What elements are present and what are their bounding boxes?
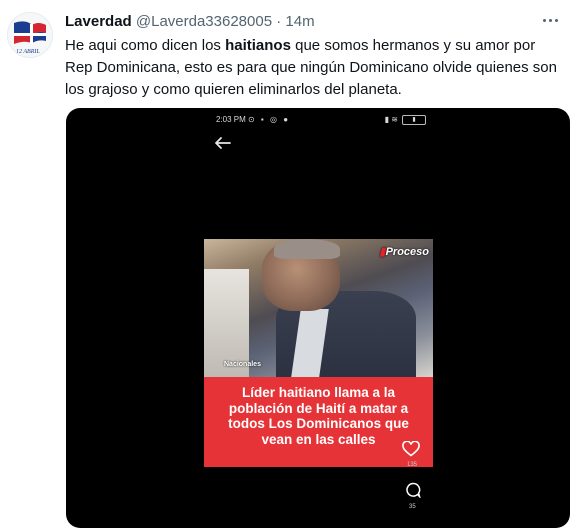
status-icons: ⊙ ▪ ◎ ● (248, 115, 291, 124)
likes-count: 135 (407, 462, 418, 468)
section-tag: Nacionales (224, 361, 261, 368)
comment-icon[interactable] (405, 482, 421, 498)
tweet-header: Laverdad @Laverda33628005 · 14m (65, 12, 315, 32)
battery-icon: ▮ (402, 115, 426, 125)
separator-dot: · (276, 13, 282, 30)
video-frame[interactable]: ▮Proceso Nacionales Líder haitiano llama… (204, 239, 433, 467)
heart-icon[interactable] (402, 441, 420, 457)
dominican-flag-avatar-icon: 12 ABRIL (8, 13, 52, 57)
back-arrow-icon[interactable] (212, 135, 232, 151)
status-time: 2:03 PM (216, 115, 246, 124)
comments-count: 35 (409, 504, 416, 510)
avatar[interactable]: 12 ABRIL (7, 12, 53, 58)
more-options-icon[interactable] (538, 10, 562, 30)
headline-banner: Líder haitiano llama a la población de H… (204, 377, 433, 467)
video-media[interactable]: 2:03 PM ⊙ ▪ ◎ ● ▮ ≋ ▮ ▮Proceso Nacionale… (66, 108, 570, 528)
signal-icon: ▮ ≋ (384, 115, 398, 124)
tweet-time[interactable]: 14m (285, 13, 314, 30)
tweet-text-part-1: He aqui como dicen los (65, 37, 226, 54)
logo-text: Proceso (385, 246, 429, 258)
phone-status-bar: 2:03 PM ⊙ ▪ ◎ ● ▮ ≋ ▮ (216, 113, 426, 127)
video-headline: Líder haitiano llama a la población de H… (228, 385, 409, 447)
tweet-text: He aqui como dicen los haitianos que som… (65, 35, 565, 101)
avatar-caption: 12 ABRIL (16, 49, 40, 55)
author-name[interactable]: Laverdad (65, 13, 132, 30)
tweet-text-bold: haitianos (225, 37, 291, 54)
video-still-image: ▮Proceso Nacionales (204, 239, 433, 381)
proceso-logo: ▮Proceso (379, 246, 429, 258)
author-handle[interactable]: @Laverda33628005 (136, 13, 272, 30)
